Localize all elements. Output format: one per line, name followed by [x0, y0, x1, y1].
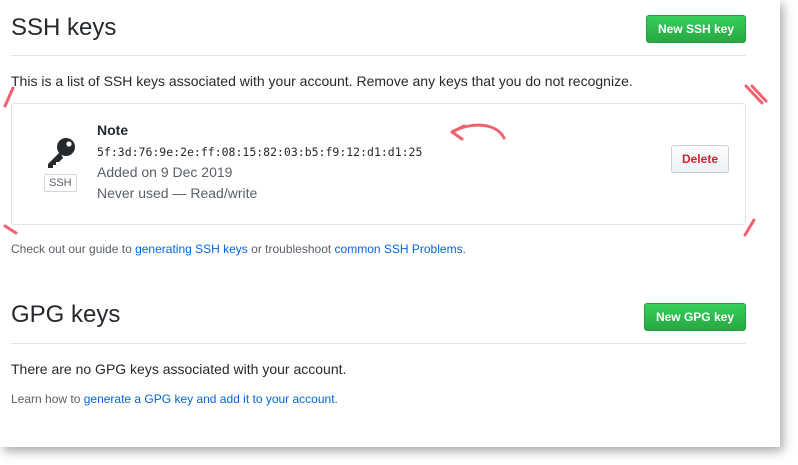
gpg-section-title: GPG keys	[11, 301, 121, 328]
gpg-learn-prefix: Learn how to	[11, 392, 84, 406]
delete-key-button[interactable]: Delete	[670, 145, 729, 173]
gpg-learn-note: Learn how to generate a GPG key and add …	[11, 392, 338, 406]
key-usage: Never used — Read/write	[97, 185, 258, 201]
key-title: Note	[97, 122, 129, 138]
common-ssh-problems-link[interactable]: common SSH Problems	[335, 242, 463, 256]
new-gpg-key-button[interactable]: New GPG key	[643, 303, 746, 331]
annotation-mark-bottom-right	[743, 218, 756, 237]
key-added-date: Added on 9 Dec 2019	[97, 164, 233, 180]
settings-panel: SSH keys New SSH key This is a list of S…	[0, 0, 780, 447]
generate-gpg-key-link[interactable]: generate a GPG key and add it to your ac…	[84, 392, 335, 406]
gpg-section-header: GPG keys New GPG key	[11, 299, 746, 344]
annotation-mark-bottom-left	[3, 224, 18, 235]
new-ssh-key-button[interactable]: New SSH key	[645, 15, 746, 43]
ssh-guide-suffix: .	[462, 242, 466, 256]
ssh-key-list-item: SSH Note 5f:3d:76:9e:2e:ff:08:15:82:03:b…	[11, 103, 746, 225]
ssh-badge: SSH	[44, 174, 77, 192]
annotation-mark-top-right	[744, 84, 768, 105]
ssh-guide-middle: or troubleshoot	[247, 242, 335, 256]
ssh-section-title: SSH keys	[11, 14, 117, 41]
generating-ssh-keys-link[interactable]: generating SSH keys	[135, 242, 248, 256]
gpg-empty-text: There are no GPG keys associated with yo…	[11, 361, 347, 377]
ssh-guide-prefix: Check out our guide to	[11, 242, 136, 256]
ssh-section-header: SSH keys New SSH key	[11, 12, 746, 56]
key-fingerprint: 5f:3d:76:9e:2e:ff:08:15:82:03:b5:f9:12:d…	[97, 145, 423, 159]
gpg-learn-suffix: .	[334, 392, 338, 406]
ssh-description: This is a list of SSH keys associated wi…	[11, 73, 633, 89]
key-icon	[48, 138, 75, 168]
ssh-guide-note: Check out our guide to generating SSH ke…	[11, 242, 466, 256]
